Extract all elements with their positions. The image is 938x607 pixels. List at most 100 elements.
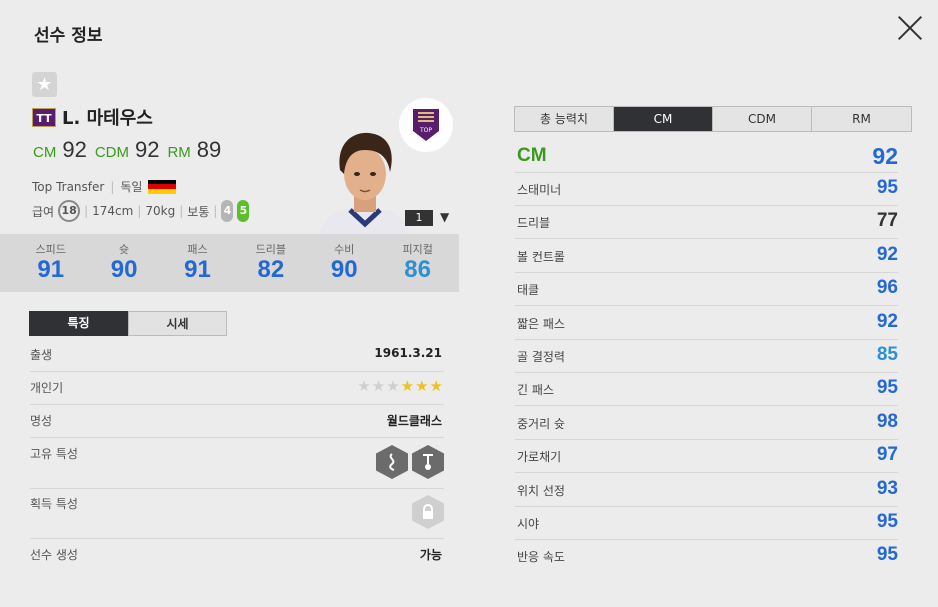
summary-stats-band: 스피드 91 슛 90 패스 91 드리블 82 수비 90 피지컬 86	[0, 234, 459, 292]
ability-stat-value: 98	[876, 410, 898, 432]
position-label: RM	[167, 144, 191, 161]
player-name: L. 마테우스	[62, 108, 153, 129]
divider: |	[84, 204, 89, 218]
ability-stat-row: 긴 패스 95	[515, 373, 898, 407]
ability-stat-row: 반응 속도 95	[515, 540, 898, 573]
lock-icon[interactable]	[412, 495, 444, 529]
ability-stat-label: 볼 컨트롤	[517, 249, 565, 264]
ability-stat-label: 가로채기	[517, 450, 562, 465]
info-row-birth: 출생 1961.3.21	[30, 346, 444, 372]
height: 174cm	[92, 204, 134, 218]
ability-stat-value: 93	[876, 477, 898, 499]
ability-stat-row: 가로채기 97	[515, 440, 898, 474]
tab-traits[interactable]: 특징	[29, 311, 128, 336]
ability-stat-row: 골 결정력 85	[515, 340, 898, 373]
summary-stat: 패스 91	[184, 243, 211, 283]
info-row-acquired-traits: 획득 특성	[30, 495, 444, 539]
fame-value: 월드클래스	[386, 414, 442, 428]
divider: |	[213, 204, 218, 218]
fame-label: 명성	[30, 414, 53, 428]
summary-stat: 피지컬 86	[402, 243, 433, 283]
skill-label: 개인기	[30, 381, 64, 395]
ability-stat-value: 92	[876, 243, 898, 265]
info-tabs: 특징 시세	[29, 311, 227, 336]
position-ovr: 89	[196, 137, 222, 162]
position-ratings: CM 92 CDM 92 RM 89	[33, 137, 229, 163]
tab-cm[interactable]: CM	[614, 107, 713, 131]
ability-stat-value: 85	[876, 344, 898, 365]
ability-stat-row: 시야 95	[515, 507, 898, 540]
ability-stat-label: 시야	[517, 517, 540, 531]
position-label: CDM	[94, 144, 129, 161]
position-ovr: 92	[62, 137, 87, 162]
favorite-star-icon[interactable]: ★	[32, 72, 57, 97]
ability-stat-row: 위치 선정 93	[515, 474, 898, 507]
trait-long-shot-icon[interactable]	[412, 445, 444, 479]
summary-stat: 수비 90	[330, 243, 358, 283]
birth-value: 1961.3.21	[374, 346, 442, 360]
ability-stat-row: 볼 컨트롤 92	[515, 240, 898, 273]
ability-stat-row: 짧은 패스 92	[515, 307, 898, 340]
info-row-skill: 개인기 ★★★★★★	[30, 377, 444, 405]
ability-stat-value: 92	[876, 310, 898, 332]
tab-total-ability[interactable]: 총 능력치	[515, 107, 614, 131]
summary-stat: 슛 90	[110, 243, 138, 283]
ability-stat-value: 95	[876, 511, 898, 532]
trait-dribbler-icon[interactable]	[376, 445, 408, 479]
skill-stars: ★★★★★★	[357, 377, 444, 395]
ability-stat-label: 짧은 패스	[517, 316, 565, 331]
nationality: 독일	[120, 180, 143, 194]
tab-rm[interactable]: RM	[812, 107, 911, 131]
ability-stat-value: 77	[876, 210, 898, 232]
player-portrait	[320, 132, 410, 234]
ability-stat-value: 96	[876, 277, 898, 299]
ability-stat-row: 드리블 77	[515, 206, 898, 240]
ability-stat-label: 긴 패스	[517, 383, 554, 398]
page-title: 선수 정보	[34, 26, 103, 46]
ability-stat-value: 95	[876, 177, 898, 198]
ability-stat-row: 중거리 슛 98	[515, 407, 898, 440]
pay-value: 18	[58, 200, 81, 222]
acquired-trait-label: 획득 특성	[30, 497, 78, 511]
position-label: CM	[33, 144, 57, 161]
svg-text:TOP: TOP	[419, 127, 432, 134]
ability-tabs: 총 능력치 CM CDM RM	[514, 106, 912, 132]
ability-stat-label: 스태미너	[517, 183, 562, 197]
close-icon[interactable]	[897, 15, 923, 41]
weight: 70kg	[145, 204, 176, 218]
season-name: Top Transfer	[32, 179, 105, 194]
birth-label: 출생	[30, 348, 53, 362]
info-row-create: 선수 생성 가능	[30, 546, 444, 572]
ability-stat-value: 95	[876, 544, 898, 566]
ability-stat-label: 위치 선정	[517, 483, 565, 498]
unique-trait-label: 고유 특성	[30, 447, 78, 461]
ability-ovr: 92	[872, 143, 898, 169]
pay-label: 급여	[32, 204, 55, 219]
ability-stat-row: 스태미너 95	[515, 173, 898, 206]
divider: |	[179, 204, 184, 218]
germany-flag-icon	[148, 179, 177, 194]
season-nation-row: Top Transfer | 독일	[32, 178, 177, 195]
position-ovr: 92	[134, 137, 160, 162]
ability-stat-value: 95	[876, 377, 898, 399]
summary-stat: 스피드 91	[35, 243, 66, 283]
create-label: 선수 생성	[30, 548, 78, 562]
create-value: 가능	[419, 548, 442, 562]
top-transfer-shield-icon: TOP	[413, 109, 439, 141]
ability-stat-value: 97	[876, 444, 898, 466]
enhance-level-badge[interactable]: 1	[405, 210, 433, 226]
divider: |	[137, 204, 142, 218]
season-badge: TT	[32, 108, 56, 127]
divider: |	[110, 179, 115, 194]
ability-position: CM	[517, 145, 547, 166]
ability-stat-label: 드리블	[517, 216, 551, 231]
physical-info-row: 급여 18 | 174cm | 70kg | 보통 | 4 5	[32, 200, 250, 222]
ability-stat-row: 태클 96	[515, 273, 898, 307]
ability-ovr-row: CM 92	[515, 140, 898, 173]
tab-market-price[interactable]: 시세	[128, 311, 227, 336]
chevron-down-icon[interactable]: ▼	[440, 210, 449, 224]
ability-stat-label: 골 결정력	[517, 350, 565, 364]
tab-cdm[interactable]: CDM	[713, 107, 812, 131]
ability-stat-label: 태클	[517, 283, 540, 298]
body-type: 보통	[187, 204, 210, 219]
